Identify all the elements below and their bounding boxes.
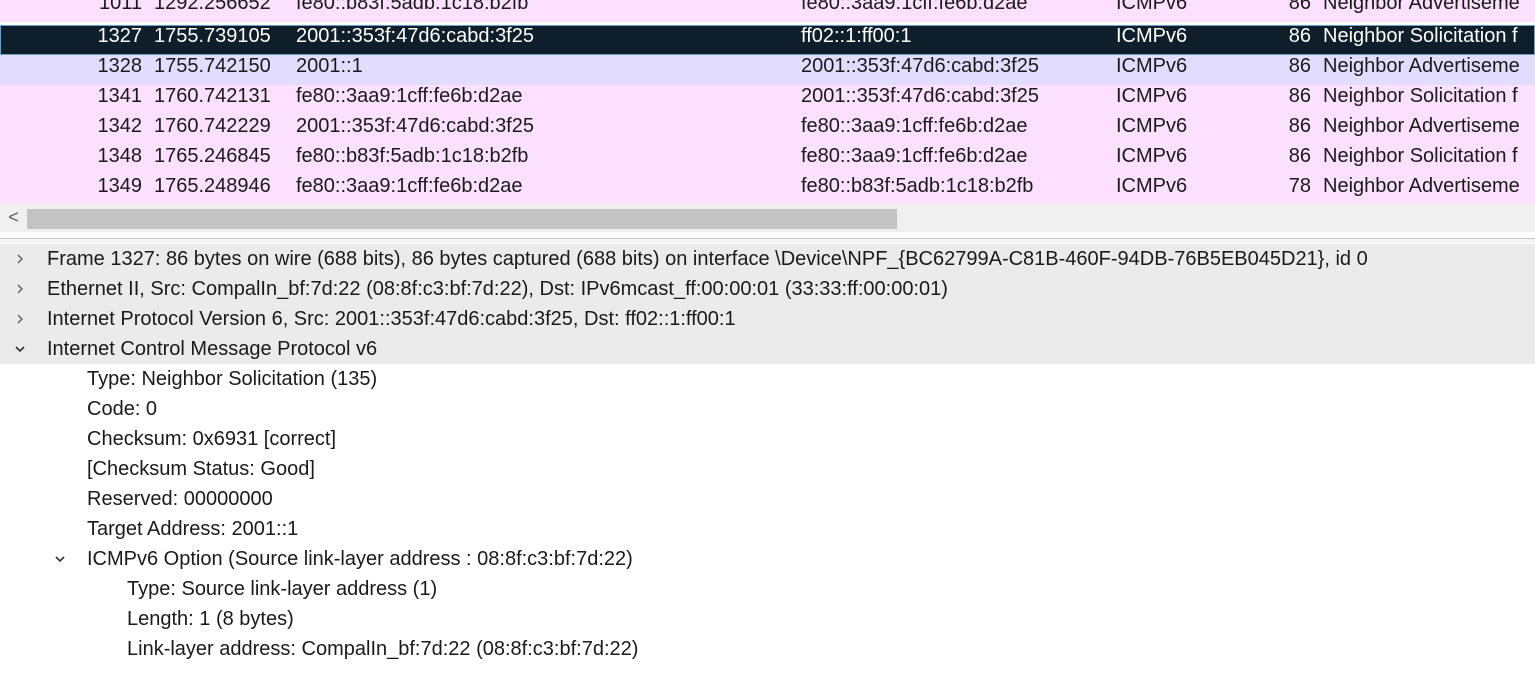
packet-destination: 2001::353f:47d6:cabd:3f25: [801, 85, 1039, 107]
packet-destination: fe80::3aa9:1cff:fe6b:d2ae: [801, 145, 1028, 167]
packet-number: 1349: [97, 175, 143, 197]
packet-row[interactable]: 1011 1292.256652 fe80::b83f:5adb:1c18:b2…: [0, 0, 1535, 22]
packet-number: 1011: [98, 0, 142, 14]
packet-destination: fe80::b83f:5adb:1c18:b2fb: [801, 175, 1034, 197]
tree-item-ipv6[interactable]: Internet Protocol Version 6, Src: 2001::…: [0, 304, 1535, 334]
packet-info: Neighbor Solicitation f: [1323, 25, 1518, 47]
tree-field-label: Link-layer address: CompalIn_bf:7d:22 (0…: [127, 638, 639, 660]
packet-source: 2001::353f:47d6:cabd:3f25: [296, 25, 534, 47]
packet-time: 1292.256652: [154, 0, 271, 14]
horizontal-scrollbar[interactable]: <: [0, 204, 1535, 232]
tree-field-option-type[interactable]: Type: Source link-layer address (1): [0, 574, 1535, 604]
packet-source: 2001::1: [296, 55, 363, 77]
packet-row[interactable]: 1349 1765.248946 fe80::3aa9:1cff:fe6b:d2…: [0, 175, 1535, 204]
chevron-right-icon[interactable]: [14, 304, 30, 334]
packet-number: 1328: [97, 55, 143, 77]
tree-item-ethernet[interactable]: Ethernet II, Src: CompalIn_bf:7d:22 (08:…: [0, 274, 1535, 304]
packet-length: 86: [1288, 145, 1311, 167]
chevron-right-icon[interactable]: [14, 274, 30, 304]
tree-item-label: Internet Control Message Protocol v6: [47, 338, 378, 360]
packet-info: Neighbor Solicitation f: [1323, 145, 1518, 167]
packet-destination: fe80::3aa9:1cff:fe6b:d2ae: [801, 0, 1028, 14]
tree-field-target-address[interactable]: Target Address: 2001::1: [0, 514, 1535, 544]
packet-length: 86: [1288, 115, 1311, 137]
packet-destination: 2001::353f:47d6:cabd:3f25: [801, 55, 1039, 77]
packet-time: 1755.739105: [154, 25, 271, 47]
chevron-right-icon[interactable]: [14, 244, 30, 274]
tree-field-type[interactable]: Type: Neighbor Solicitation (135): [0, 364, 1535, 394]
packet-destination: ff02::1:ff00:1: [801, 25, 912, 47]
packet-info: Neighbor Advertiseme: [1323, 115, 1520, 137]
packet-info: Neighbor Advertiseme: [1323, 0, 1520, 14]
packet-row[interactable]: 1341 1760.742131 fe80::3aa9:1cff:fe6b:d2…: [0, 85, 1535, 115]
tree-field-label: Type: Source link-layer address (1): [127, 578, 438, 600]
tree-item-label: Ethernet II, Src: CompalIn_bf:7d:22 (08:…: [47, 278, 948, 300]
packet-length: 86: [1288, 0, 1311, 14]
tree-item-frame[interactable]: Frame 1327: 86 bytes on wire (688 bits),…: [0, 244, 1535, 274]
tree-field-label: Target Address: 2001::1: [87, 518, 299, 540]
tree-field-code[interactable]: Code: 0: [0, 394, 1535, 424]
packet-list[interactable]: 1011 1292.256652 fe80::b83f:5adb:1c18:b2…: [0, 0, 1535, 204]
packet-source: fe80::b83f:5adb:1c18:b2fb: [296, 145, 529, 167]
packet-length: 86: [1288, 55, 1311, 77]
packet-source: fe80::3aa9:1cff:fe6b:d2ae: [296, 85, 523, 107]
packet-destination: fe80::3aa9:1cff:fe6b:d2ae: [801, 115, 1028, 137]
packet-row[interactable]: 1328 1755.742150 2001::1 2001::353f:47d6…: [0, 55, 1535, 85]
tree-field-option-length[interactable]: Length: 1 (8 bytes): [0, 604, 1535, 634]
packet-source: fe80::3aa9:1cff:fe6b:d2ae: [296, 175, 523, 197]
packet-row-selected[interactable]: 1327 1755.739105 2001::353f:47d6:cabd:3f…: [0, 25, 1535, 55]
tree-item-label: ICMPv6 Option (Source link-layer address…: [87, 548, 633, 570]
tree-item-label: Frame 1327: 86 bytes on wire (688 bits),…: [47, 248, 1368, 270]
packet-info: Neighbor Advertiseme: [1323, 175, 1520, 197]
tree-item-icmpv6[interactable]: Internet Control Message Protocol v6: [0, 334, 1535, 364]
packet-length: 78: [1288, 175, 1311, 197]
pane-divider[interactable]: [0, 238, 1535, 243]
tree-field-label: [Checksum Status: Good]: [87, 458, 315, 480]
tree-field-reserved[interactable]: Reserved: 00000000: [0, 484, 1535, 514]
packet-time: 1755.742150: [154, 55, 271, 77]
tree-item-label: Internet Protocol Version 6, Src: 2001::…: [47, 308, 736, 330]
packet-length: 86: [1288, 25, 1311, 47]
packet-time: 1765.246845: [154, 145, 271, 167]
scrollbar-thumb[interactable]: [27, 209, 897, 229]
tree-field-label: Reserved: 00000000: [87, 488, 273, 510]
tree-field-label: Checksum: 0x6931 [correct]: [87, 428, 336, 450]
packet-source: fe80::b83f:5adb:1c18:b2fb: [296, 0, 529, 14]
chevron-down-icon[interactable]: [54, 544, 70, 574]
packet-number: 1348: [97, 145, 143, 167]
packet-time: 1760.742229: [154, 115, 271, 137]
packet-time: 1765.248946: [154, 175, 271, 197]
packet-source: 2001::353f:47d6:cabd:3f25: [296, 115, 534, 137]
tree-item-icmpv6-option[interactable]: ICMPv6 Option (Source link-layer address…: [0, 544, 1535, 574]
packet-number: 1327: [97, 25, 143, 47]
packet-number: 1342: [97, 115, 143, 137]
packet-row[interactable]: 1342 1760.742229 2001::353f:47d6:cabd:3f…: [0, 115, 1535, 145]
tree-field-label: Code: 0: [87, 398, 158, 420]
packet-length: 86: [1288, 85, 1311, 107]
tree-field-link-layer-address[interactable]: Link-layer address: CompalIn_bf:7d:22 (0…: [0, 634, 1535, 664]
chevron-down-icon[interactable]: [14, 334, 30, 364]
packet-row[interactable]: 1348 1765.246845 fe80::b83f:5adb:1c18:b2…: [0, 145, 1535, 175]
tree-field-checksum[interactable]: Checksum: 0x6931 [correct]: [0, 424, 1535, 454]
packet-number: 1341: [97, 85, 143, 107]
tree-field-label: Length: 1 (8 bytes): [127, 608, 294, 630]
packet-info: Neighbor Advertiseme: [1323, 55, 1520, 77]
tree-field-label: Type: Neighbor Solicitation (135): [87, 368, 378, 390]
packet-info: Neighbor Solicitation f: [1323, 85, 1518, 107]
packet-details-tree: Frame 1327: 86 bytes on wire (688 bits),…: [0, 244, 1535, 700]
scroll-left-arrow-icon[interactable]: <: [0, 204, 27, 232]
packet-time: 1760.742131: [154, 85, 271, 107]
tree-field-checksum-status[interactable]: [Checksum Status: Good]: [0, 454, 1535, 484]
